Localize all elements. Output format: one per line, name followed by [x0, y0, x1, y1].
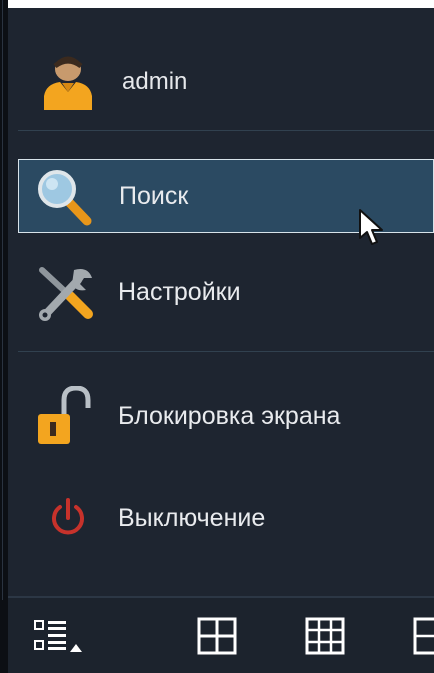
lock-icon [38, 386, 91, 444]
menu-item-lock-screen[interactable]: Блокировка экрана [18, 380, 434, 454]
menu-item-label: Блокировка экрана [118, 402, 341, 430]
power-icon [52, 498, 84, 535]
layout-toolbar [8, 596, 434, 673]
toolbar-divider [8, 596, 434, 598]
grid-partial-icon[interactable] [412, 616, 434, 656]
menu-item-shutdown[interactable]: Выключение [18, 484, 434, 558]
screen: admin Поиск Настройки Блокировка экрана … [0, 0, 434, 673]
menu-item-label: Поиск [119, 182, 189, 210]
layout-menu-icon[interactable] [32, 616, 92, 656]
menu-item-label: Выключение [118, 504, 266, 532]
user-row: admin [8, 46, 434, 116]
username-label: admin [122, 68, 188, 95]
divider [18, 351, 434, 352]
menu-item-settings[interactable]: Настройки [18, 256, 434, 330]
grid-3x3-icon[interactable] [304, 616, 348, 656]
window-left-edge [0, 0, 8, 673]
divider [18, 130, 434, 131]
user-icon [44, 56, 92, 110]
grid-2x2-icon[interactable] [196, 616, 240, 656]
menu-item-label: Настройки [118, 278, 241, 306]
settings-tools-icon [39, 267, 93, 321]
search-icon [38, 170, 92, 226]
main-menu-panel: admin Поиск Настройки Блокировка экрана … [8, 8, 434, 673]
mouse-cursor-icon [359, 209, 383, 245]
